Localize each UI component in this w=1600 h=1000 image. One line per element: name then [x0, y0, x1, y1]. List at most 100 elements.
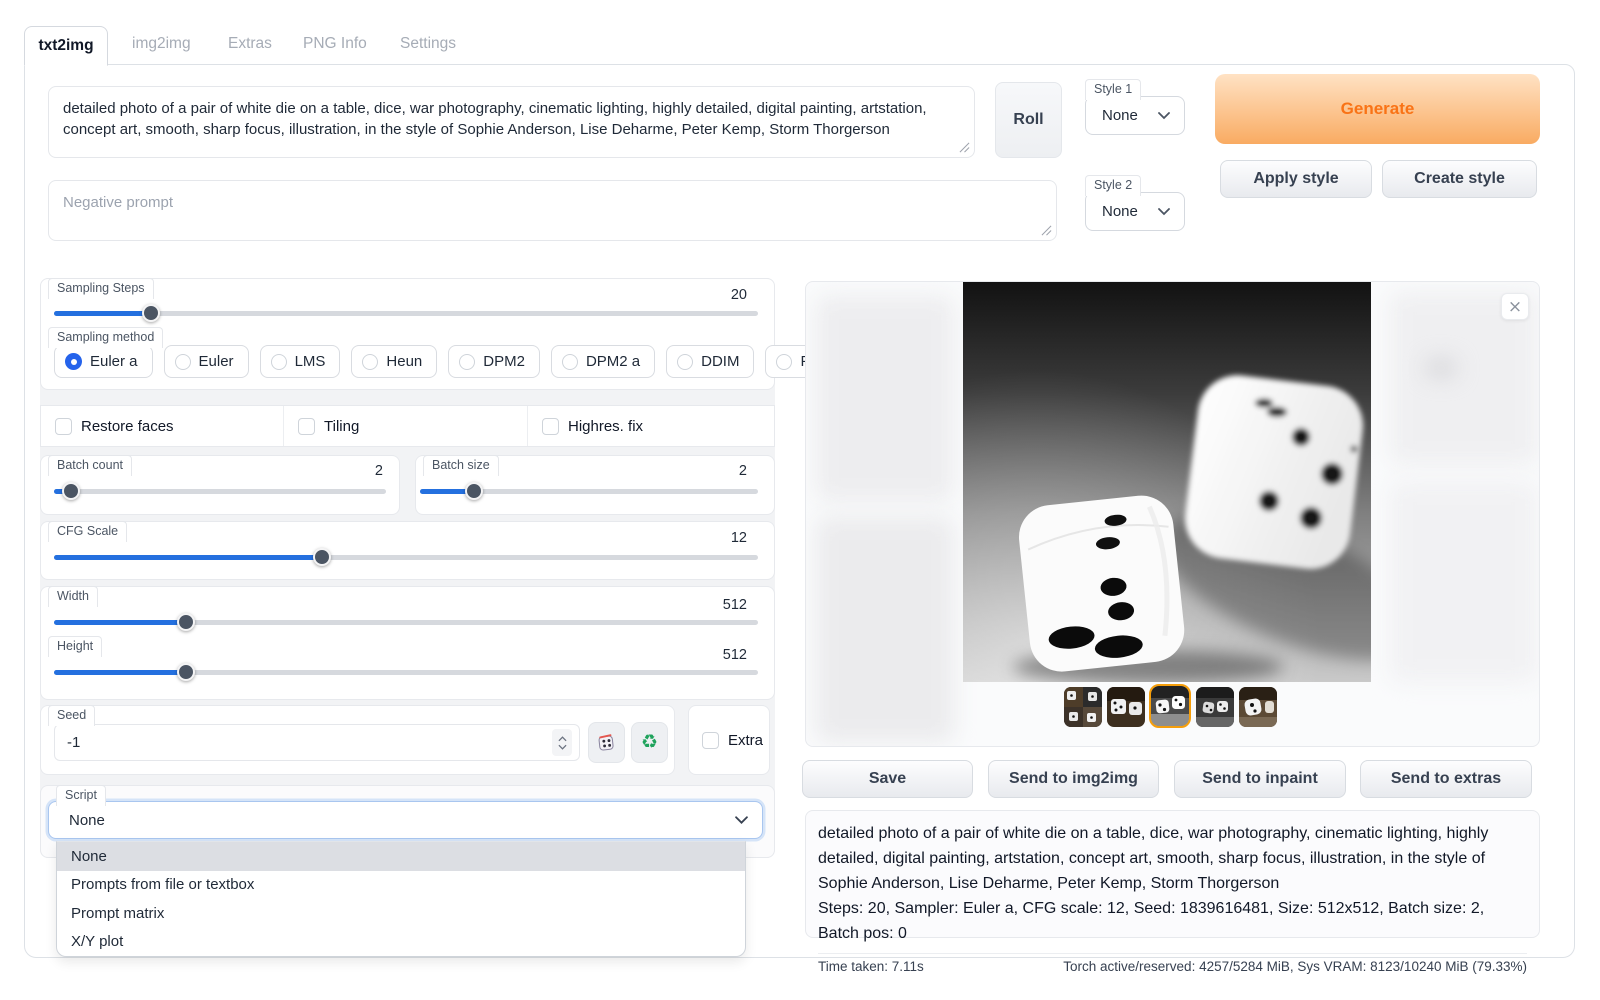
resize-handle-icon[interactable]	[959, 142, 970, 153]
height-slider[interactable]	[54, 663, 758, 681]
radio-dpm2-a[interactable]: DPM2 a	[551, 345, 655, 378]
gallery-thumbnail-4[interactable]	[1196, 687, 1234, 727]
tiling-checkbox[interactable]: Tiling	[284, 406, 528, 446]
radio-label: Euler a	[90, 353, 138, 370]
checkbox-icon	[702, 732, 719, 749]
close-gallery-button[interactable]: ×	[1501, 293, 1529, 320]
width-slider[interactable]	[54, 613, 758, 631]
script-label: Script	[56, 785, 106, 806]
slider-handle[interactable]	[465, 482, 483, 500]
output-prompt-text: detailed photo of a pair of white die on…	[818, 821, 1527, 896]
resize-handle-icon[interactable]	[1041, 225, 1052, 236]
script-option-prompts-file[interactable]: Prompts from file or textbox	[57, 871, 745, 900]
radio-heun[interactable]: Heun	[351, 345, 437, 378]
time-taken-text: Time taken: 7.11s	[818, 959, 924, 974]
toggles-row: Restore faces Tiling Highres. fix	[40, 405, 775, 447]
cfg-scale-label: CFG Scale	[48, 521, 127, 542]
sampling-method-label: Sampling method	[48, 327, 163, 348]
script-select[interactable]: None	[48, 801, 763, 839]
reuse-seed-button[interactable]: ♻	[631, 722, 668, 763]
radio-icon	[271, 354, 287, 370]
blurred-thumbnail	[816, 296, 954, 501]
checkbox-label: Restore faces	[81, 418, 174, 435]
checkbox-icon	[542, 418, 559, 435]
slider-handle[interactable]	[142, 304, 160, 322]
batch-count-value: 2	[300, 463, 383, 479]
script-value: None	[69, 812, 105, 829]
save-button[interactable]: Save	[802, 760, 973, 798]
prompt-input[interactable]: detailed photo of a pair of white die on…	[48, 86, 975, 158]
cfg-scale-value: 12	[620, 530, 747, 546]
generated-image-dice[interactable]	[963, 282, 1371, 682]
gallery-thumbnail-1[interactable]	[1064, 687, 1102, 727]
checkbox-icon	[55, 418, 72, 435]
script-option-prompt-matrix[interactable]: Prompt matrix	[57, 899, 745, 928]
chevron-down-icon	[1158, 112, 1170, 120]
style1-select[interactable]: None	[1085, 96, 1185, 135]
script-dropdown-list: None Prompts from file or textbox Prompt…	[56, 841, 746, 957]
chevron-up-icon[interactable]	[558, 736, 567, 742]
seed-stepper[interactable]	[552, 729, 572, 756]
radio-icon	[562, 354, 578, 370]
radio-icon	[776, 354, 792, 370]
output-params-text: Steps: 20, Sampler: Euler a, CFG scale: …	[818, 896, 1527, 946]
radio-selected-icon	[65, 353, 82, 370]
apply-style-button[interactable]: Apply style	[1220, 160, 1372, 198]
highres-fix-checkbox[interactable]: Highres. fix	[528, 406, 774, 446]
extra-checkbox[interactable]: Extra	[702, 732, 763, 749]
tab-png-info[interactable]: PNG Info	[303, 35, 367, 53]
style2-select[interactable]: None	[1085, 192, 1185, 231]
gallery-thumbnail-5[interactable]	[1239, 687, 1277, 727]
slider-handle[interactable]	[177, 663, 195, 681]
batch-count-slider[interactable]	[54, 482, 386, 500]
radio-dpm2[interactable]: DPM2	[448, 345, 540, 378]
script-option-xy-plot[interactable]: X/Y plot	[57, 928, 745, 957]
slider-handle[interactable]	[177, 613, 195, 631]
radio-label: Euler	[199, 353, 234, 370]
slider-handle[interactable]	[313, 548, 331, 566]
height-label: Height	[48, 636, 102, 657]
tab-img2img[interactable]: img2img	[132, 35, 191, 53]
generate-button[interactable]: Generate	[1215, 74, 1540, 144]
result-gallery: ×	[805, 281, 1540, 747]
sampling-steps-value: 20	[620, 287, 747, 303]
style1-value: None	[1102, 107, 1138, 124]
gallery-thumbnail-2[interactable]	[1107, 687, 1145, 727]
sampling-steps-slider[interactable]	[54, 304, 758, 322]
height-value: 512	[620, 647, 747, 663]
send-to-inpaint-button[interactable]: Send to inpaint	[1174, 760, 1346, 798]
checkbox-label: Extra	[728, 732, 763, 749]
blurred-thumbnail	[1426, 360, 1456, 376]
radio-euler-a[interactable]: Euler a	[54, 345, 153, 378]
send-to-img2img-button[interactable]: Send to img2img	[988, 760, 1159, 798]
tab-settings[interactable]: Settings	[400, 35, 456, 53]
radio-icon	[677, 354, 693, 370]
roll-button[interactable]: Roll	[995, 82, 1062, 158]
batch-size-slider[interactable]	[420, 482, 758, 500]
negative-prompt-input[interactable]	[48, 180, 1057, 241]
generation-info-panel: detailed photo of a pair of white die on…	[805, 810, 1540, 938]
style1-label: Style 1	[1085, 79, 1141, 100]
radio-euler[interactable]: Euler	[164, 345, 249, 378]
gallery-thumbnail-3-selected[interactable]	[1151, 686, 1189, 726]
script-option-none[interactable]: None	[57, 842, 745, 871]
tab-txt2img[interactable]: txt2img	[24, 26, 108, 66]
chevron-down-icon[interactable]	[558, 744, 567, 750]
width-value: 512	[620, 597, 747, 613]
checkbox-label: Highres. fix	[568, 418, 643, 435]
slider-handle[interactable]	[62, 482, 80, 500]
radio-lms[interactable]: LMS	[260, 345, 341, 378]
random-seed-button[interactable]	[588, 722, 625, 763]
batch-count-label: Batch count	[48, 455, 132, 476]
recycle-icon: ♻	[641, 733, 658, 752]
batch-size-label: Batch size	[423, 455, 499, 476]
cfg-scale-slider[interactable]	[54, 548, 758, 566]
radio-icon	[459, 354, 475, 370]
radio-label: LMS	[295, 353, 326, 370]
tab-extras[interactable]: Extras	[228, 35, 272, 53]
send-to-extras-button[interactable]: Send to extras	[1360, 760, 1532, 798]
restore-faces-checkbox[interactable]: Restore faces	[41, 406, 284, 446]
seed-input[interactable]	[54, 724, 580, 761]
radio-ddim[interactable]: DDIM	[666, 345, 754, 378]
create-style-button[interactable]: Create style	[1382, 160, 1537, 198]
